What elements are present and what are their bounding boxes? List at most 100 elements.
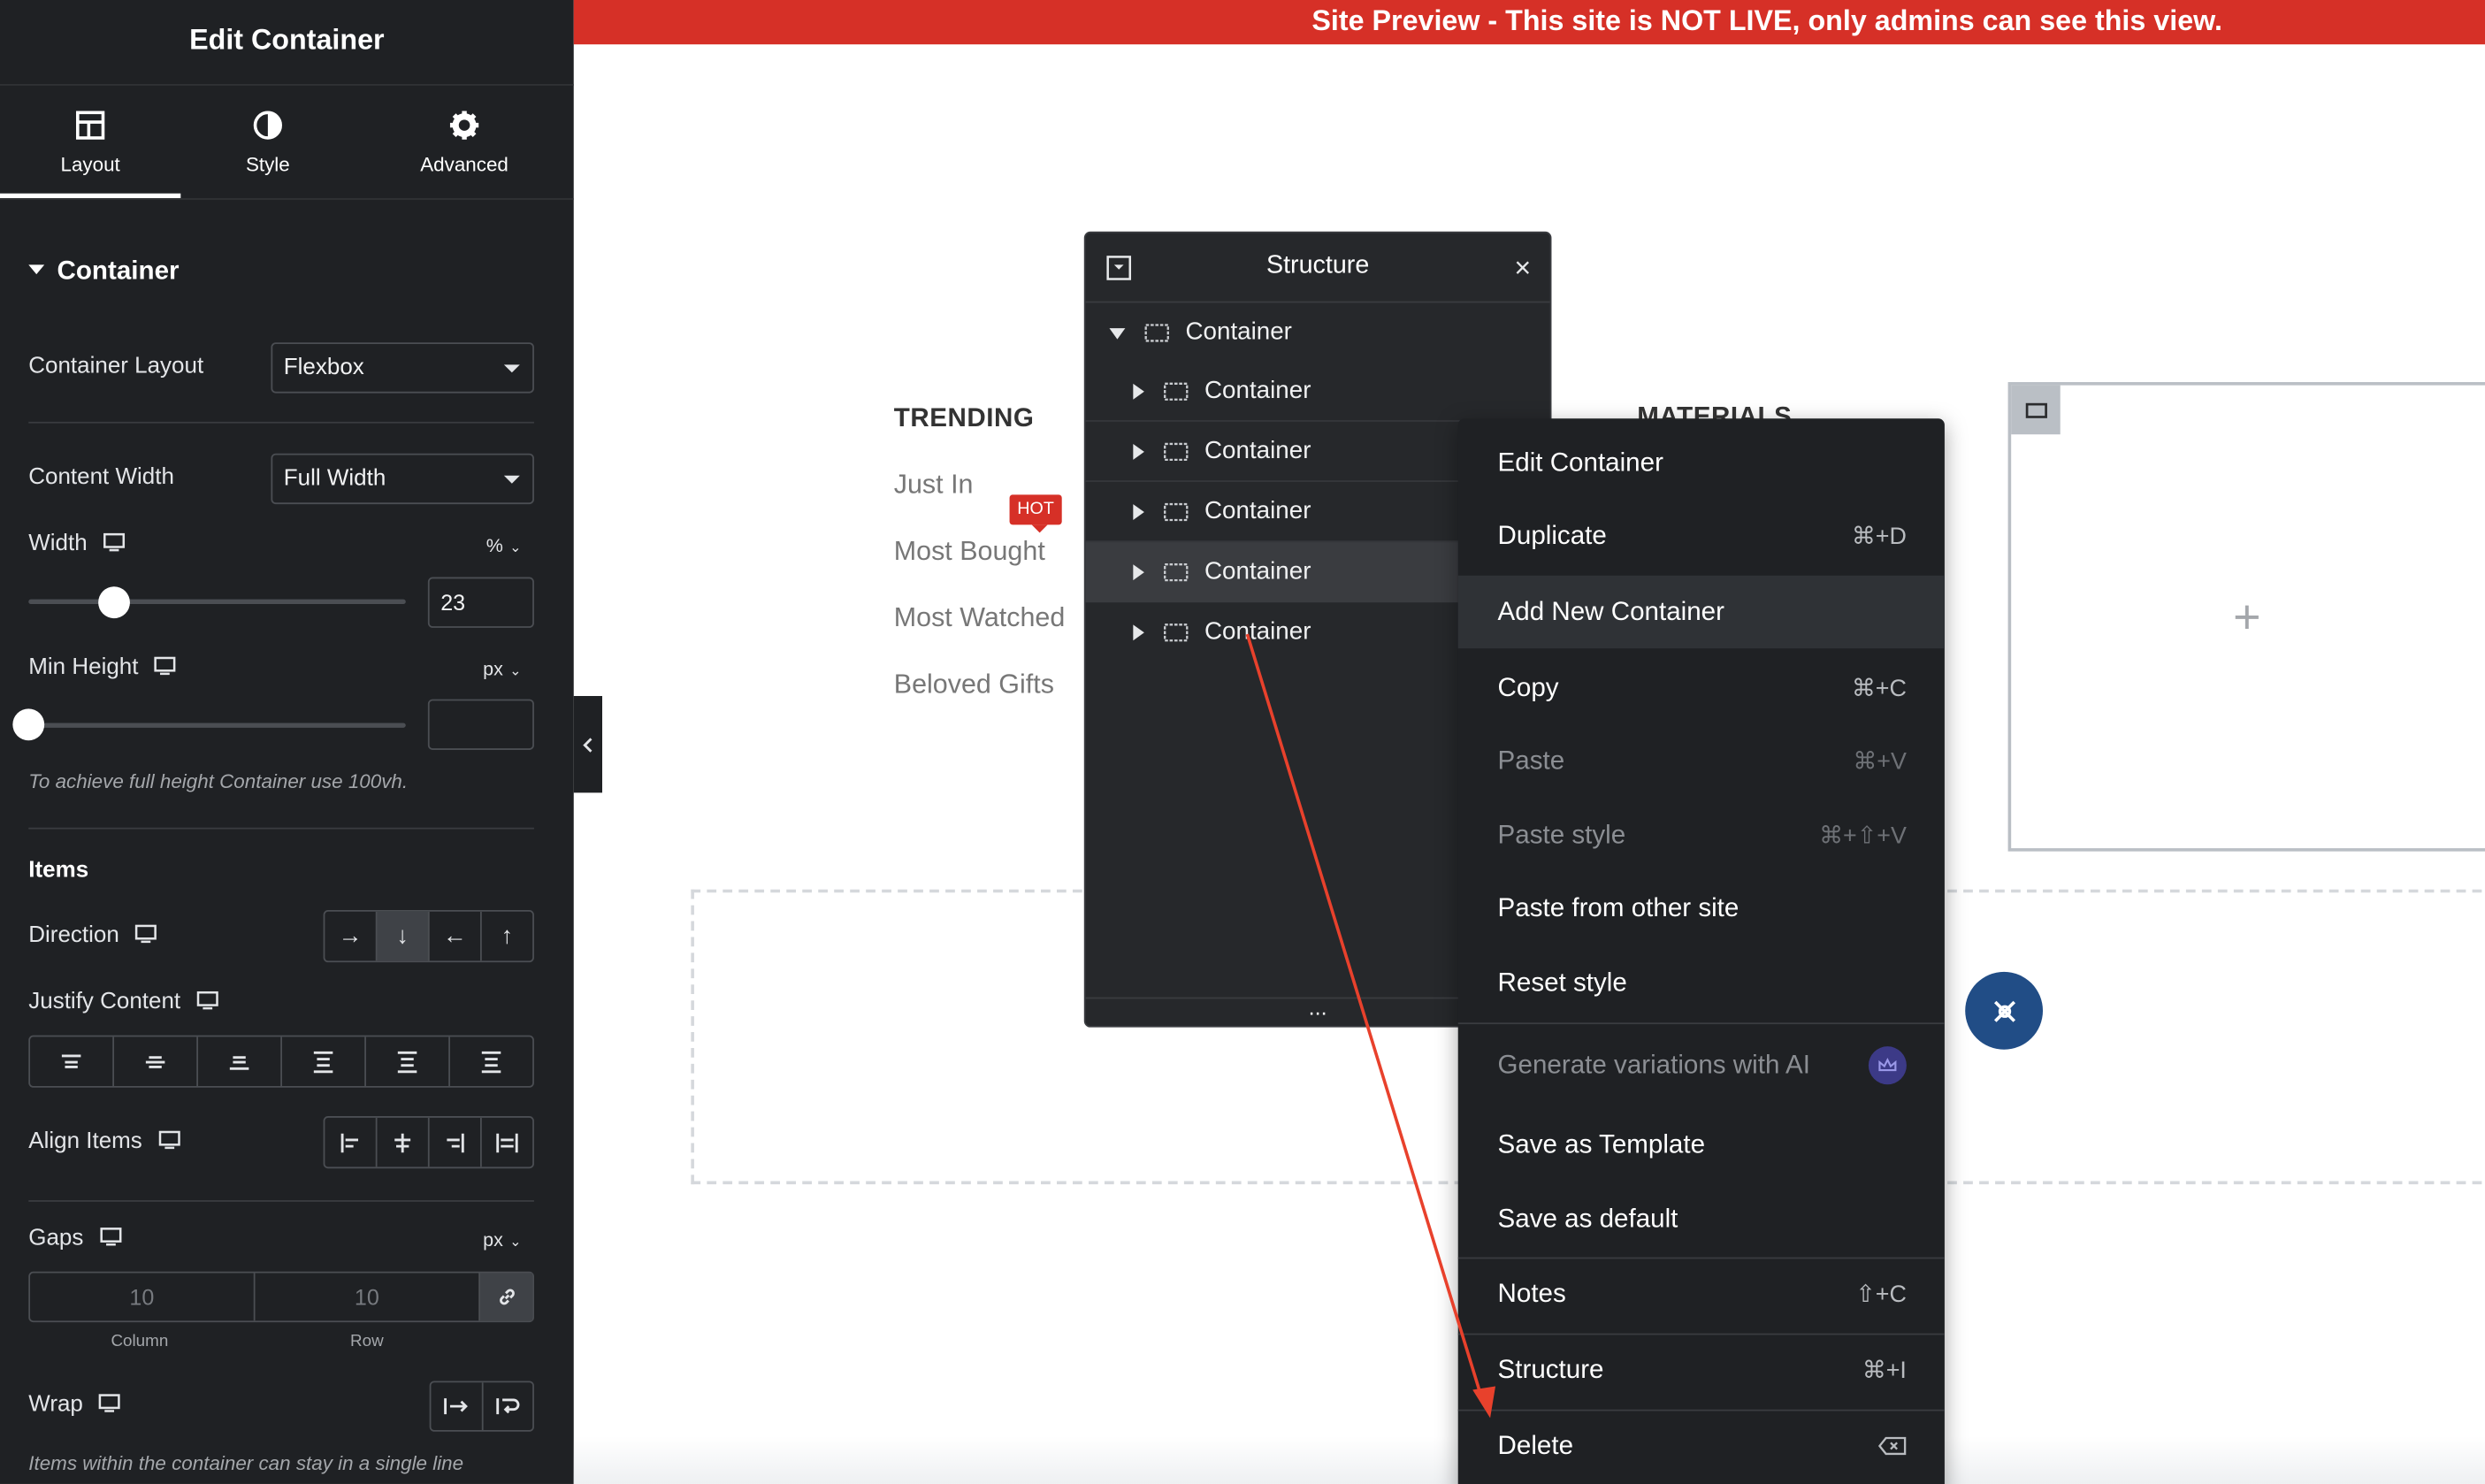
tab-advanced[interactable]: Advanced: [355, 88, 573, 199]
panel-title: Edit Container: [0, 0, 574, 86]
direction-column-reverse-button[interactable]: ↑: [482, 912, 532, 961]
tab-style-label: Style: [245, 153, 290, 176]
menu-item-label: Reset style: [1497, 968, 1627, 997]
container-handle[interactable]: [2011, 385, 2061, 435]
structure-item-label: Container: [1204, 618, 1311, 646]
menu-item-add-new-container[interactable]: Add New Container: [1457, 575, 1945, 649]
caret-down-icon: [1109, 327, 1126, 339]
desktop-icon[interactable]: [135, 924, 157, 944]
menu-item-duplicate[interactable]: Duplicate ⌘+D: [1458, 500, 1945, 572]
close-icon[interactable]: ×: [1514, 252, 1531, 286]
menu-item-paste-style: Paste style ⌘+⇧+V: [1458, 799, 1945, 872]
menu-item-structure[interactable]: Structure ⌘+I: [1458, 1334, 1945, 1406]
menu-item-edit-container[interactable]: Edit Container: [1458, 426, 1945, 499]
space-between-icon: [313, 1051, 333, 1073]
menu-item-save-as-default[interactable]: Save as default: [1458, 1182, 1945, 1255]
items-heading: Items: [28, 857, 89, 884]
desktop-icon[interactable]: [158, 1131, 180, 1151]
gear-icon: [449, 111, 479, 140]
align-center-icon: [394, 1132, 411, 1152]
structure-item-root[interactable]: Container: [1086, 302, 1550, 363]
structure-item-label: Container: [1204, 558, 1311, 585]
menu-item-save-as-template[interactable]: Save as Template: [1458, 1108, 1945, 1181]
justify-start-button[interactable]: [30, 1037, 115, 1086]
desktop-icon[interactable]: [99, 1394, 121, 1413]
divider: [28, 1200, 534, 1202]
width-slider-track[interactable]: [28, 599, 406, 605]
structure-title: Structure: [1265, 252, 1370, 279]
min-height-unit-select[interactable]: px ⌄: [483, 658, 521, 680]
desktop-icon[interactable]: [196, 991, 218, 1011]
width-input[interactable]: 23: [427, 577, 534, 628]
content-width-label: Content Width: [28, 464, 174, 490]
desktop-icon[interactable]: [103, 533, 126, 553]
site-preview-banner: Site Preview - This site is NOT LIVE, on…: [573, 0, 2485, 45]
direction-column-button[interactable]: ↓: [377, 911, 430, 961]
gaps-unit-select[interactable]: px ⌄: [483, 1228, 521, 1251]
direction-row-button[interactable]: →: [325, 911, 378, 961]
min-height-slider-handle[interactable]: [12, 708, 45, 741]
section-container-toggle[interactable]: Container: [28, 256, 180, 287]
add-element-icon[interactable]: +: [2233, 592, 2260, 646]
direction-button-group: → ↓ ← ↑: [323, 910, 534, 963]
menu-item-notes[interactable]: Notes ⇧+C: [1458, 1258, 1945, 1330]
arrow-down-icon: ↓: [396, 922, 409, 950]
menu-item-delete[interactable]: Delete: [1458, 1410, 1945, 1482]
menu-item-reset-style[interactable]: Reset style: [1458, 946, 1945, 1019]
menu-link-beloved-gifts[interactable]: Beloved Gifts: [894, 669, 1054, 701]
gap-row-input[interactable]: 10: [256, 1273, 481, 1321]
collapse-panel-button[interactable]: [573, 695, 602, 793]
link-values-button[interactable]: [480, 1273, 533, 1321]
section-title: Container: [57, 256, 180, 286]
menu-item-copy[interactable]: Copy ⌘+C: [1458, 652, 1945, 724]
structure-item-label: Container: [1204, 376, 1311, 404]
menu-item-shortcut: ⌘+C: [1851, 675, 1907, 703]
justify-space-between-button[interactable]: [282, 1037, 366, 1086]
justify-end-button[interactable]: [198, 1037, 282, 1086]
justify-space-evenly-button[interactable]: [450, 1037, 532, 1086]
justify-start-icon: [61, 1053, 81, 1068]
wrap-button-group: [429, 1381, 534, 1432]
container-icon: [1164, 502, 1189, 521]
menu-item-label: Save as default: [1497, 1204, 1678, 1233]
menu-link-most-watched[interactable]: Most Watched: [894, 602, 1066, 634]
container-layout-label: Container Layout: [28, 353, 204, 379]
gap-column-input[interactable]: 10: [30, 1273, 256, 1321]
wrap-button[interactable]: [484, 1382, 533, 1430]
wrap-label: Wrap: [28, 1392, 121, 1418]
width-label-text: Width: [28, 531, 88, 557]
min-height-input[interactable]: [427, 699, 534, 750]
nowrap-button[interactable]: [431, 1382, 484, 1431]
menu-link-most-bought[interactable]: Most Bought: [894, 536, 1045, 568]
selected-empty-container[interactable]: +: [2007, 382, 2485, 852]
arrow-left-icon: ←: [442, 922, 467, 950]
menu-item-label: Copy: [1497, 673, 1559, 702]
menu-separator: [1457, 1022, 1945, 1025]
content-width-select[interactable]: Full Width: [271, 453, 534, 505]
min-height-slider-track[interactable]: [28, 723, 406, 728]
align-stretch-button[interactable]: [482, 1118, 532, 1167]
container-icon: [1144, 324, 1169, 342]
caret-right-icon: [1133, 564, 1144, 581]
align-center-button[interactable]: [378, 1117, 430, 1167]
container-icon: [1164, 623, 1189, 642]
menu-link-just-in[interactable]: Just In: [894, 470, 974, 501]
align-end-button[interactable]: [430, 1117, 482, 1167]
desktop-icon[interactable]: [154, 656, 176, 676]
width-slider-handle[interactable]: [98, 586, 130, 619]
justify-center-button[interactable]: [114, 1037, 199, 1086]
width-unit-select[interactable]: % ⌄: [486, 534, 522, 556]
navigator-fab-button[interactable]: [1965, 971, 2044, 1050]
chevron-down-icon: ⌄: [509, 662, 522, 679]
justify-space-around-button[interactable]: [366, 1037, 450, 1086]
structure-item[interactable]: Container: [1085, 362, 1550, 422]
desktop-icon[interactable]: [99, 1228, 121, 1247]
tab-style[interactable]: Style: [180, 88, 355, 199]
divider: [28, 421, 534, 424]
direction-row-reverse-button[interactable]: ←: [430, 911, 482, 961]
tab-layout[interactable]: Layout: [0, 88, 180, 199]
align-start-button[interactable]: [325, 1117, 378, 1167]
menu-item-label: Delete: [1497, 1430, 1574, 1460]
container-layout-select[interactable]: Flexbox: [271, 342, 534, 394]
menu-item-paste-from-other-site[interactable]: Paste from other site: [1458, 872, 1945, 945]
